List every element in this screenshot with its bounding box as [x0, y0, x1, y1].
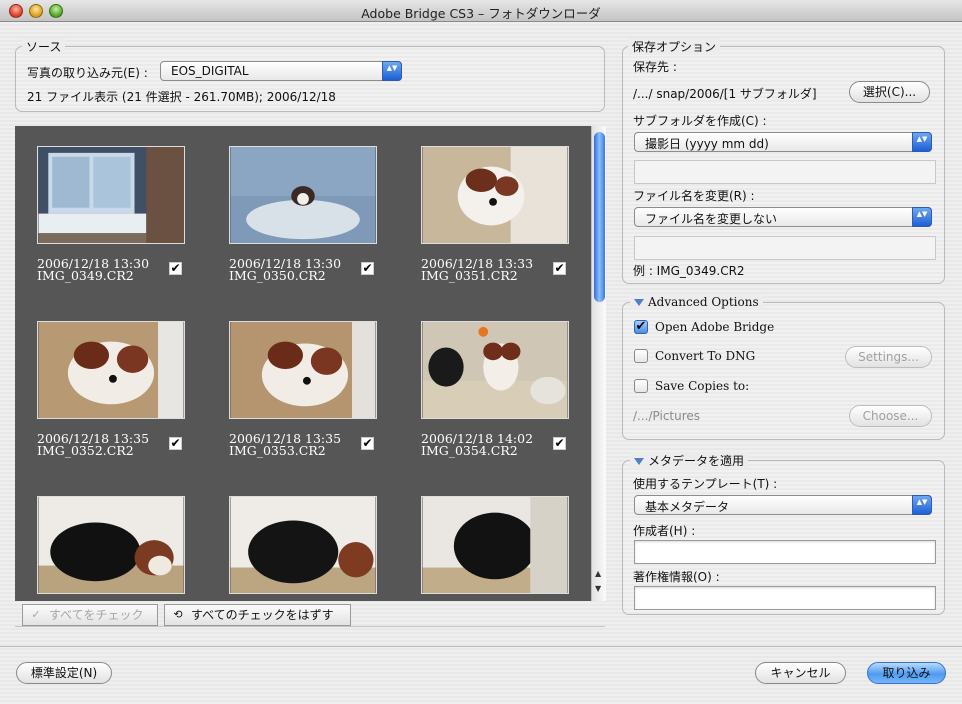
popup-arrows-icon: ▲▼ [912, 495, 932, 515]
thumbnail-grid[interactable]: 2006/12/18 13:30 IMG_0349.CR2 ✔ 2006/12/1… [15, 126, 591, 601]
source-group-title: ソース [22, 38, 66, 55]
import-button[interactable]: 取り込み [867, 662, 946, 684]
rename-label: ファイル名を変更(R) : [633, 189, 755, 203]
destination-path: /.../ snap/2006/[1 サブフォルダ] [633, 87, 817, 101]
thumbnail-checkbox[interactable]: ✔ [553, 437, 566, 450]
thumbnail-checkbox[interactable]: ✔ [553, 262, 566, 275]
check-all-label: すべてをチェック [49, 608, 144, 622]
subfolder-popup[interactable]: 撮影日 (yyyy mm dd) ▲▼ [634, 132, 932, 152]
popup-arrows-icon: ▲▼ [912, 132, 932, 152]
author-label: 作成者(H) : [633, 524, 696, 538]
subfolder-value: 撮影日 (yyyy mm dd) [645, 137, 769, 151]
thumbnail-item[interactable]: 2006/12/18 13:30 IMG_0350.CR2 ✔ [207, 126, 377, 286]
title-bar[interactable]: Adobe Bridge CS3 – フォトダウンローダ [0, 0, 962, 22]
save-options-title: 保存オプション [628, 38, 721, 55]
disclosure-triangle-icon [634, 299, 644, 306]
copyright-label: 著作権情報(O) : [633, 570, 720, 584]
thumbnail-image[interactable] [229, 146, 377, 244]
photo-downloader-window: Adobe Bridge CS3 – フォトダウンローダ ソース 写真の取り込み… [0, 0, 962, 704]
thumbnail-caption: 2006/12/18 14:02 IMG_0354.CR2 [421, 431, 534, 458]
thumbnail-item[interactable] [15, 476, 185, 601]
thumbnail-caption: 2006/12/18 13:30 IMG_0350.CR2 [229, 256, 342, 283]
defaults-button[interactable]: 標準設定(N) [16, 662, 112, 684]
thumbnail-caption: 2006/12/18 13:30 IMG_0349.CR2 [37, 256, 150, 283]
copies-path: /.../Pictures [633, 409, 701, 423]
scroll-down-icon[interactable]: ▼ [595, 584, 601, 593]
thumbnail-image[interactable] [421, 321, 569, 419]
convert-dng-label[interactable]: Convert To DNG [655, 349, 755, 363]
uncheck-all-icon: ⟲ [173, 608, 183, 621]
uncheck-all-label: すべてのチェックをはずす [191, 608, 334, 622]
copyright-field[interactable] [634, 586, 936, 610]
thumbnail-checkbox[interactable]: ✔ [169, 262, 182, 275]
advanced-options-title[interactable]: Advanced Options [630, 295, 763, 309]
thumbnail-image[interactable] [37, 146, 185, 244]
popup-arrows-icon: ▲▼ [912, 207, 932, 227]
footer-divider [0, 646, 962, 647]
import-from-popup[interactable]: EOS_DIGITAL ▲▼ [160, 61, 402, 81]
import-from-label: 写真の取り込み元(E) : [27, 66, 148, 80]
thumbnail-checkbox[interactable]: ✔ [169, 437, 182, 450]
thumbnail-scrollbar[interactable]: ▲ ▼ [591, 126, 606, 601]
template-popup[interactable]: 基本メタデータ ▲▼ [634, 495, 932, 515]
rename-popup[interactable]: ファイル名を変更しない ▲▼ [634, 207, 932, 227]
scrollbar-thumb[interactable] [594, 132, 605, 302]
rename-value: ファイル名を変更しない [645, 212, 778, 226]
left-panel-bottom-divider [15, 626, 605, 627]
thumbnail-checkbox[interactable]: ✔ [361, 437, 374, 450]
settings-button[interactable]: Settings... [845, 346, 932, 368]
scroll-up-icon[interactable]: ▲ [595, 569, 601, 578]
import-from-value: EOS_DIGITAL [171, 64, 249, 78]
metadata-title[interactable]: メタデータを適用 [630, 452, 749, 469]
open-bridge-label[interactable]: Open Adobe Bridge [655, 320, 774, 334]
disclosure-triangle-icon [634, 458, 644, 465]
choose-copies-button[interactable]: Choose... [849, 405, 932, 427]
thumbnail-caption: 2006/12/18 13:33 IMG_0351.CR2 [421, 256, 534, 283]
uncheck-all-button[interactable]: ⟲ すべてのチェックをはずす [164, 604, 351, 626]
file-summary: 21 ファイル表示 (21 件選択 - 261.70MB); 2006/12/1… [27, 90, 336, 104]
thumbnail-caption: 2006/12/18 13:35 IMG_0352.CR2 [37, 431, 150, 458]
check-all-icon: ✓ [31, 608, 41, 621]
thumbnail-item[interactable]: 2006/12/18 14:02 IMG_0354.CR2 ✔ [399, 301, 569, 461]
thumbnail-image[interactable] [421, 496, 569, 594]
cancel-button[interactable]: キャンセル [755, 662, 846, 684]
save-copies-checkbox[interactable] [634, 379, 648, 393]
save-copies-label[interactable]: Save Copies to: [655, 379, 749, 393]
thumbnail-checkbox[interactable]: ✔ [361, 262, 374, 275]
thumbnail-image[interactable] [37, 321, 185, 419]
check-all-button[interactable]: ✓ すべてをチェック [22, 604, 158, 626]
popup-arrows-icon: ▲▼ [382, 61, 402, 81]
choose-destination-button[interactable]: 選択(C)... [849, 81, 930, 103]
thumbnail-image[interactable] [37, 496, 185, 594]
template-value: 基本メタデータ [645, 500, 730, 514]
window-title: Adobe Bridge CS3 – フォトダウンローダ [361, 6, 601, 21]
thumbnail-item[interactable] [399, 476, 569, 601]
thumbnail-image[interactable] [421, 146, 569, 244]
thumbnail-item[interactable] [207, 476, 377, 601]
subfolder-label: サブフォルダを作成(C) : [633, 114, 767, 128]
thumbnail-item[interactable]: 2006/12/18 13:30 IMG_0349.CR2 ✔ [15, 126, 185, 286]
convert-dng-checkbox[interactable] [634, 349, 648, 363]
author-field[interactable] [634, 540, 936, 564]
filename-example: 例 : IMG_0349.CR2 [633, 264, 745, 278]
thumbnail-item[interactable]: 2006/12/18 13:35 IMG_0352.CR2 ✔ [15, 301, 185, 461]
subfolder-custom-field [634, 160, 936, 184]
thumbnail-image[interactable] [229, 321, 377, 419]
thumbnail-item[interactable]: 2006/12/18 13:35 IMG_0353.CR2 ✔ [207, 301, 377, 461]
thumbnail-item[interactable]: 2006/12/18 13:33 IMG_0351.CR2 ✔ [399, 126, 569, 286]
template-label: 使用するテンプレート(T) : [633, 477, 778, 491]
open-bridge-checkbox[interactable]: ✔ [634, 320, 648, 334]
rename-custom-field [634, 236, 936, 260]
thumbnail-image[interactable] [229, 496, 377, 594]
thumbnail-caption: 2006/12/18 13:35 IMG_0353.CR2 [229, 431, 342, 458]
destination-label: 保存先 : [633, 60, 677, 74]
